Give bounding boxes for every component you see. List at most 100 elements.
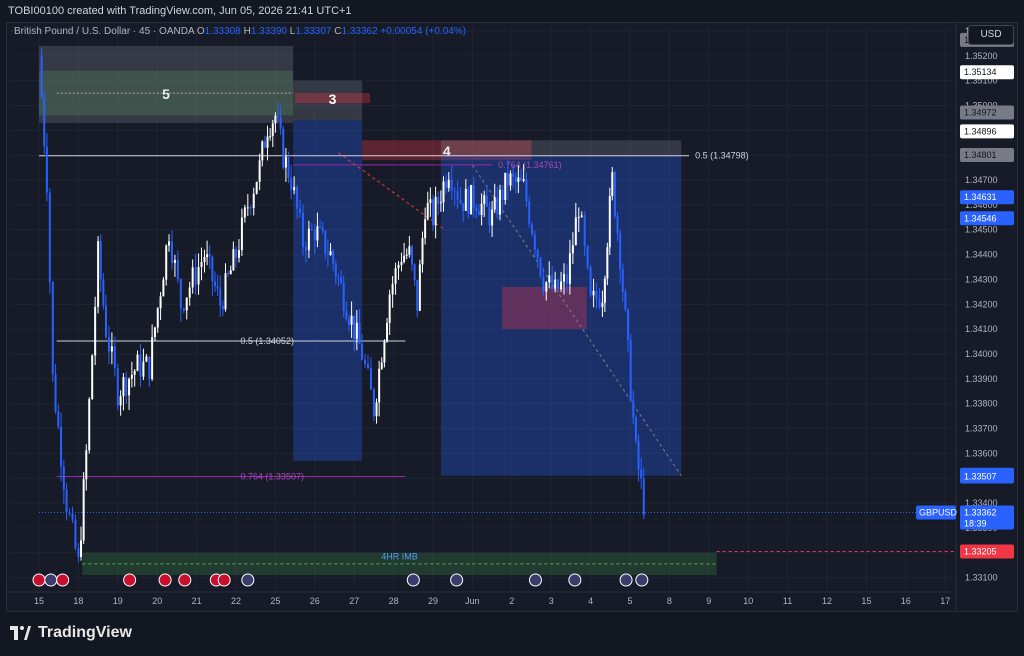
candle-body — [299, 208, 302, 213]
candle-body — [509, 173, 512, 186]
candle-body — [269, 136, 272, 138]
x-tick-label: 29 — [428, 596, 438, 606]
candle-body — [48, 192, 51, 283]
candle-body — [136, 354, 139, 371]
candle-body — [568, 253, 571, 284]
candle-body — [439, 202, 442, 204]
x-tick-label: 26 — [310, 596, 320, 606]
candle-body — [240, 217, 243, 251]
candle-body — [310, 228, 313, 230]
candle-body — [514, 176, 517, 182]
y-tick-label: 1.33700 — [965, 424, 998, 434]
level-label: 0.5 (1.34052) — [240, 336, 294, 346]
candle-body — [340, 277, 343, 283]
candle-body — [563, 273, 566, 282]
price-tag-label: 1.34801 — [964, 150, 997, 160]
candle-body — [480, 203, 483, 215]
price-tag-label: 1.33507 — [964, 471, 997, 481]
candle-body — [313, 229, 316, 241]
x-tick-label: 19 — [113, 596, 123, 606]
candle-body — [107, 336, 110, 352]
candle-body — [616, 216, 619, 233]
candle-body — [145, 356, 148, 362]
candle-body — [629, 339, 632, 400]
candle-body — [258, 160, 261, 182]
x-tick-label: 15 — [34, 596, 44, 606]
candle-body — [130, 374, 133, 379]
candle-body — [102, 279, 105, 306]
candle-body — [456, 191, 459, 200]
candle-body — [151, 337, 154, 379]
tradingview-logo[interactable]: TradingView — [10, 624, 132, 642]
zone-label: 4HR IMB — [381, 552, 418, 562]
candle-body — [375, 402, 378, 417]
candle-body — [608, 196, 611, 248]
candle-body — [345, 310, 348, 320]
candle-body — [400, 261, 403, 265]
candle-body — [491, 209, 494, 226]
candle-body — [580, 215, 583, 217]
x-tick-label: 25 — [270, 596, 280, 606]
candle-body — [536, 249, 539, 258]
candle-body — [235, 249, 237, 258]
x-tick-label: 9 — [706, 596, 711, 606]
y-tick-label: 1.33800 — [965, 399, 998, 409]
candle-body — [522, 178, 525, 181]
candle-body — [619, 232, 622, 270]
candle-body — [271, 123, 274, 137]
candle-body — [445, 181, 448, 189]
currency-button[interactable]: USD — [968, 25, 1014, 45]
candle-body — [601, 302, 604, 308]
zone-gray — [39, 45, 294, 123]
candle-body — [203, 257, 206, 263]
level-label: 0.764 (1.33507) — [240, 471, 304, 481]
candle-body — [613, 172, 616, 217]
candle-body — [227, 273, 230, 275]
price-chart[interactable]: 5 3 4 4HR IMB 0.5 (1.34798) 0.5 (1.34052) 0.76… — [6, 22, 1018, 612]
candle-body — [77, 548, 80, 558]
candle-body — [603, 278, 606, 303]
x-tick-label: 15 — [861, 596, 871, 606]
candle-body — [97, 241, 100, 307]
candle-body — [62, 466, 65, 490]
candle-body — [173, 259, 176, 264]
candle-body — [104, 305, 107, 337]
candle-body — [606, 247, 609, 279]
candle-body — [634, 417, 637, 441]
candle-body — [429, 199, 432, 204]
x-tick-label: 21 — [192, 596, 202, 606]
candle-body — [261, 141, 264, 161]
candle-body — [206, 254, 209, 258]
candle-body — [324, 230, 327, 254]
candle-body — [413, 264, 416, 281]
candle-body — [329, 251, 332, 256]
x-tick-label: 11 — [783, 596, 792, 606]
event-flag-uk — [158, 573, 172, 587]
x-tick-label: 3 — [549, 596, 554, 606]
candle-body — [221, 305, 224, 310]
candle-body — [442, 181, 445, 203]
price-tag-label: 1.34896 — [964, 126, 997, 136]
y-tick-label: 1.34200 — [965, 299, 998, 309]
candle-body — [162, 279, 165, 297]
candle-body — [410, 246, 413, 265]
event-flag-uk — [32, 573, 46, 587]
candle-body — [213, 281, 216, 287]
candle-body — [54, 374, 57, 412]
x-tick-label: 5 — [627, 596, 632, 606]
candle-body — [287, 156, 290, 179]
candle-body — [40, 55, 43, 98]
candle-body — [211, 256, 214, 282]
candle-body — [571, 245, 574, 254]
candle-body — [586, 246, 589, 267]
price-tag-label: 1.35134 — [964, 67, 997, 77]
candle-body — [627, 309, 630, 340]
x-tick-label: 28 — [389, 596, 399, 606]
y-tick-label: 1.33900 — [965, 374, 998, 384]
candle-body — [57, 411, 60, 427]
candle-body — [133, 370, 136, 375]
event-flag-us — [241, 573, 255, 587]
candle-body — [71, 513, 74, 520]
event-flag-uk — [123, 573, 137, 587]
candle-body — [85, 450, 88, 480]
